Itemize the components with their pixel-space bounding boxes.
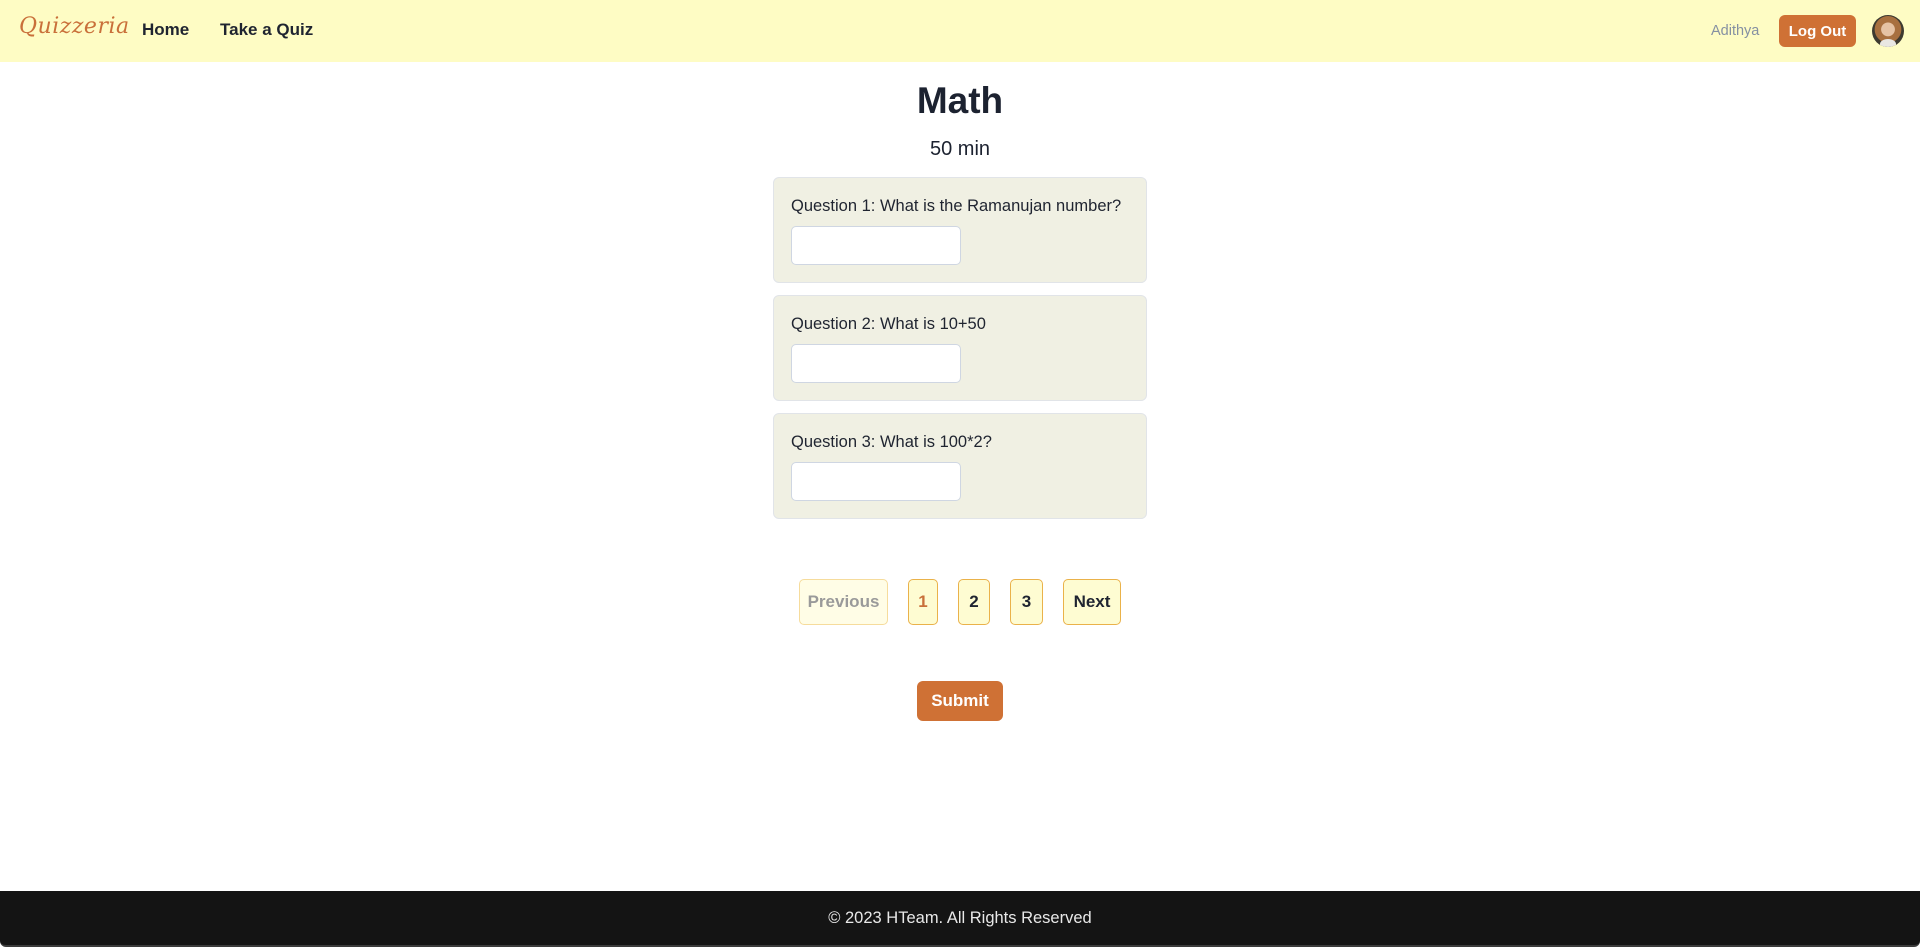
footer-copyright: © 2023 HTeam. All Rights Reserved	[828, 908, 1092, 927]
footer: © 2023 HTeam. All Rights Reserved	[0, 891, 1920, 947]
page-button-2[interactable]: 2	[958, 579, 990, 625]
nav-link-take-a-quiz[interactable]: Take a Quiz	[220, 20, 313, 40]
answer-input-q1[interactable]	[791, 226, 961, 265]
pagination: Previous 1 2 3 Next	[0, 579, 1920, 625]
question-card: Question 1: What is the Ramanujan number…	[773, 177, 1147, 283]
question-card: Question 3: What is 100*2?	[773, 413, 1147, 519]
question-label: Question 3: What is 100*2?	[791, 433, 992, 451]
user-avatar-icon[interactable]	[1872, 15, 1904, 47]
question-label: Question 1: What is the Ramanujan number…	[791, 197, 1122, 215]
page-button-3[interactable]: 3	[1010, 579, 1043, 625]
next-page-button[interactable]: Next	[1063, 579, 1121, 625]
nav-link-home[interactable]: Home	[142, 20, 189, 40]
avatar-shirt	[1880, 39, 1896, 47]
answer-input-q2[interactable]	[791, 344, 961, 383]
username-label: Adithya	[1711, 23, 1760, 39]
quiz-duration: 50 min	[929, 138, 991, 160]
logout-button[interactable]: Log Out	[1779, 15, 1856, 47]
page-button-1[interactable]: 1	[908, 579, 938, 625]
submit-button[interactable]: Submit	[917, 681, 1003, 721]
answer-input-q3[interactable]	[791, 462, 961, 501]
brand-logo[interactable]: Quizzeria	[19, 14, 130, 39]
quiz-title: Math	[916, 80, 1004, 121]
previous-page-button[interactable]: Previous	[799, 579, 888, 625]
navbar: Quizzeria Home Take a Quiz Adithya Log O…	[0, 0, 1920, 62]
question-label: Question 2: What is 10+50	[791, 315, 986, 333]
question-card: Question 2: What is 10+50	[773, 295, 1147, 401]
